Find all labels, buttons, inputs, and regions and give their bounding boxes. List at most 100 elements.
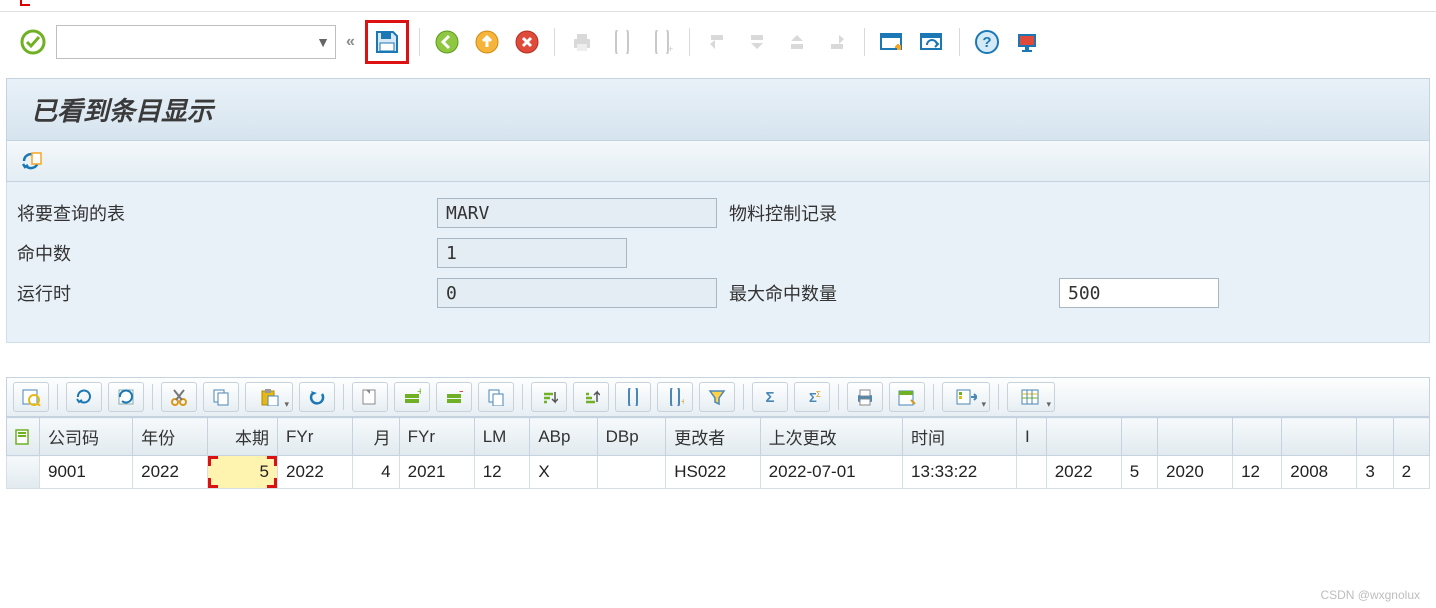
cell-17[interactable]: 12 [1233, 456, 1282, 489]
alv-details-button[interactable] [13, 382, 49, 412]
alv-undo-button[interactable] [299, 382, 335, 412]
back-button[interactable] [430, 25, 464, 59]
collapse-toolbar-icon[interactable]: « [342, 33, 359, 51]
cell-dbp[interactable] [597, 456, 666, 489]
alv-sort-desc-button[interactable] [573, 382, 609, 412]
cell-i[interactable] [1016, 456, 1046, 489]
alv-subtotal-button[interactable]: ΣΣ [794, 382, 830, 412]
alv-select-all[interactable] [7, 418, 40, 456]
svg-text:?: ? [982, 34, 991, 51]
col-18[interactable] [1282, 418, 1357, 456]
col-company[interactable]: 公司码 [40, 418, 133, 456]
alv-export-button[interactable] [942, 382, 990, 412]
col-16[interactable] [1158, 418, 1233, 456]
alv-find-next-button[interactable]: + [657, 382, 693, 412]
col-year[interactable]: 年份 [133, 418, 208, 456]
cell-15[interactable]: 5 [1121, 456, 1157, 489]
next-page-button [780, 25, 814, 59]
cell-period-editing[interactable]: 5 [208, 456, 278, 489]
col-month[interactable]: 月 [353, 418, 400, 456]
svg-text:+: + [417, 388, 421, 398]
system-toolbar: ▼ « + ? [0, 12, 1436, 78]
cell-abp[interactable]: X [530, 456, 597, 489]
alv-insert-row-button[interactable]: + [394, 382, 430, 412]
table-row[interactable]: 9001 2022 5 2022 4 2021 12 X HS022 2022-… [7, 456, 1430, 489]
alv-table[interactable]: 公司码 年份 本期 FYr 月 FYr LM ABp DBp 更改者 上次更改 … [6, 417, 1430, 489]
svg-text:Σ: Σ [816, 390, 821, 399]
command-dropdown-icon[interactable]: ▼ [311, 34, 335, 50]
cancel-button[interactable] [510, 25, 544, 59]
row-selector[interactable] [7, 456, 40, 489]
col-abp[interactable]: ABp [530, 418, 597, 456]
cell-time[interactable]: 13:33:22 [903, 456, 1017, 489]
col-i[interactable]: I [1016, 418, 1046, 456]
alv-grid: + − + Σ ΣΣ 公司码 年份 本期 FYr 月 FYr [6, 377, 1430, 489]
col-time[interactable]: 时间 [903, 418, 1017, 456]
app-toolbar [6, 141, 1430, 182]
col-17[interactable] [1233, 418, 1282, 456]
alv-copy-button[interactable] [203, 382, 239, 412]
new-session-button[interactable] [875, 25, 909, 59]
cell-16[interactable]: 2020 [1158, 456, 1233, 489]
col-dbp[interactable]: DBp [597, 418, 666, 456]
col-15[interactable] [1121, 418, 1157, 456]
cell-20[interactable]: 2 [1393, 456, 1429, 489]
alv-delete-row-button[interactable]: − [436, 382, 472, 412]
cell-14[interactable]: 2022 [1046, 456, 1121, 489]
col-period[interactable]: 本期 [208, 418, 278, 456]
cell-last-change[interactable]: 2022-07-01 [760, 456, 902, 489]
alv-sort-asc-button[interactable] [531, 382, 567, 412]
runtime-output [437, 278, 717, 308]
cell-lm[interactable]: 12 [474, 456, 530, 489]
svg-text:−: − [459, 388, 463, 398]
alv-check-button[interactable] [108, 382, 144, 412]
col-changed-by[interactable]: 更改者 [666, 418, 760, 456]
cell-company[interactable]: 9001 [40, 456, 133, 489]
refresh-button[interactable] [17, 147, 45, 175]
col-last-change[interactable]: 上次更改 [760, 418, 902, 456]
enter-button[interactable] [16, 25, 50, 59]
alv-append-row-button[interactable] [352, 382, 388, 412]
cell-month[interactable]: 4 [353, 456, 400, 489]
selection-form: 将要查询的表 物料控制记录 命中数 运行时 最大命中数量 [6, 182, 1430, 343]
alv-filter-button[interactable] [699, 382, 735, 412]
cell-fyr2[interactable]: 2021 [399, 456, 474, 489]
help-button[interactable]: ? [970, 25, 1004, 59]
hits-label: 命中数 [17, 240, 437, 266]
table-name-input[interactable] [437, 198, 717, 228]
cell-changed-by[interactable]: HS022 [666, 456, 760, 489]
table-name-label: 将要查询的表 [17, 200, 437, 226]
cell-year[interactable]: 2022 [133, 456, 208, 489]
col-fyr1[interactable]: FYr [278, 418, 353, 456]
page-title-bar: 已看到条目显示 [6, 78, 1430, 141]
col-lm[interactable]: LM [474, 418, 530, 456]
alv-refresh-button[interactable] [66, 382, 102, 412]
command-field[interactable]: ▼ [56, 25, 336, 59]
alv-layout-button[interactable] [1007, 382, 1055, 412]
cell-19[interactable]: 3 [1357, 456, 1393, 489]
save-button[interactable] [370, 25, 404, 59]
col-20[interactable] [1393, 418, 1429, 456]
create-shortcut-button[interactable] [915, 25, 949, 59]
command-input[interactable] [57, 26, 311, 58]
alv-cut-button[interactable] [161, 382, 197, 412]
cell-18[interactable]: 2008 [1282, 456, 1357, 489]
alv-print-button[interactable] [847, 382, 883, 412]
cell-fyr1[interactable]: 2022 [278, 456, 353, 489]
col-14[interactable] [1046, 418, 1121, 456]
col-19[interactable] [1357, 418, 1393, 456]
page-title: 已看到条目显示 [31, 91, 1405, 128]
menu-bar-cropped [0, 0, 1436, 12]
layout-button[interactable] [1010, 25, 1044, 59]
alv-find-button[interactable] [615, 382, 651, 412]
exit-button[interactable] [470, 25, 504, 59]
alv-sum-button[interactable]: Σ [752, 382, 788, 412]
watermark: CSDN @wxgnolux [1320, 588, 1420, 602]
alv-view-button[interactable] [889, 382, 925, 412]
alv-paste-button[interactable] [245, 382, 293, 412]
table-desc: 物料控制记录 [729, 200, 837, 226]
print-button [565, 25, 599, 59]
max-hits-input[interactable] [1059, 278, 1219, 308]
alv-duplicate-row-button[interactable] [478, 382, 514, 412]
col-fyr2[interactable]: FYr [399, 418, 474, 456]
